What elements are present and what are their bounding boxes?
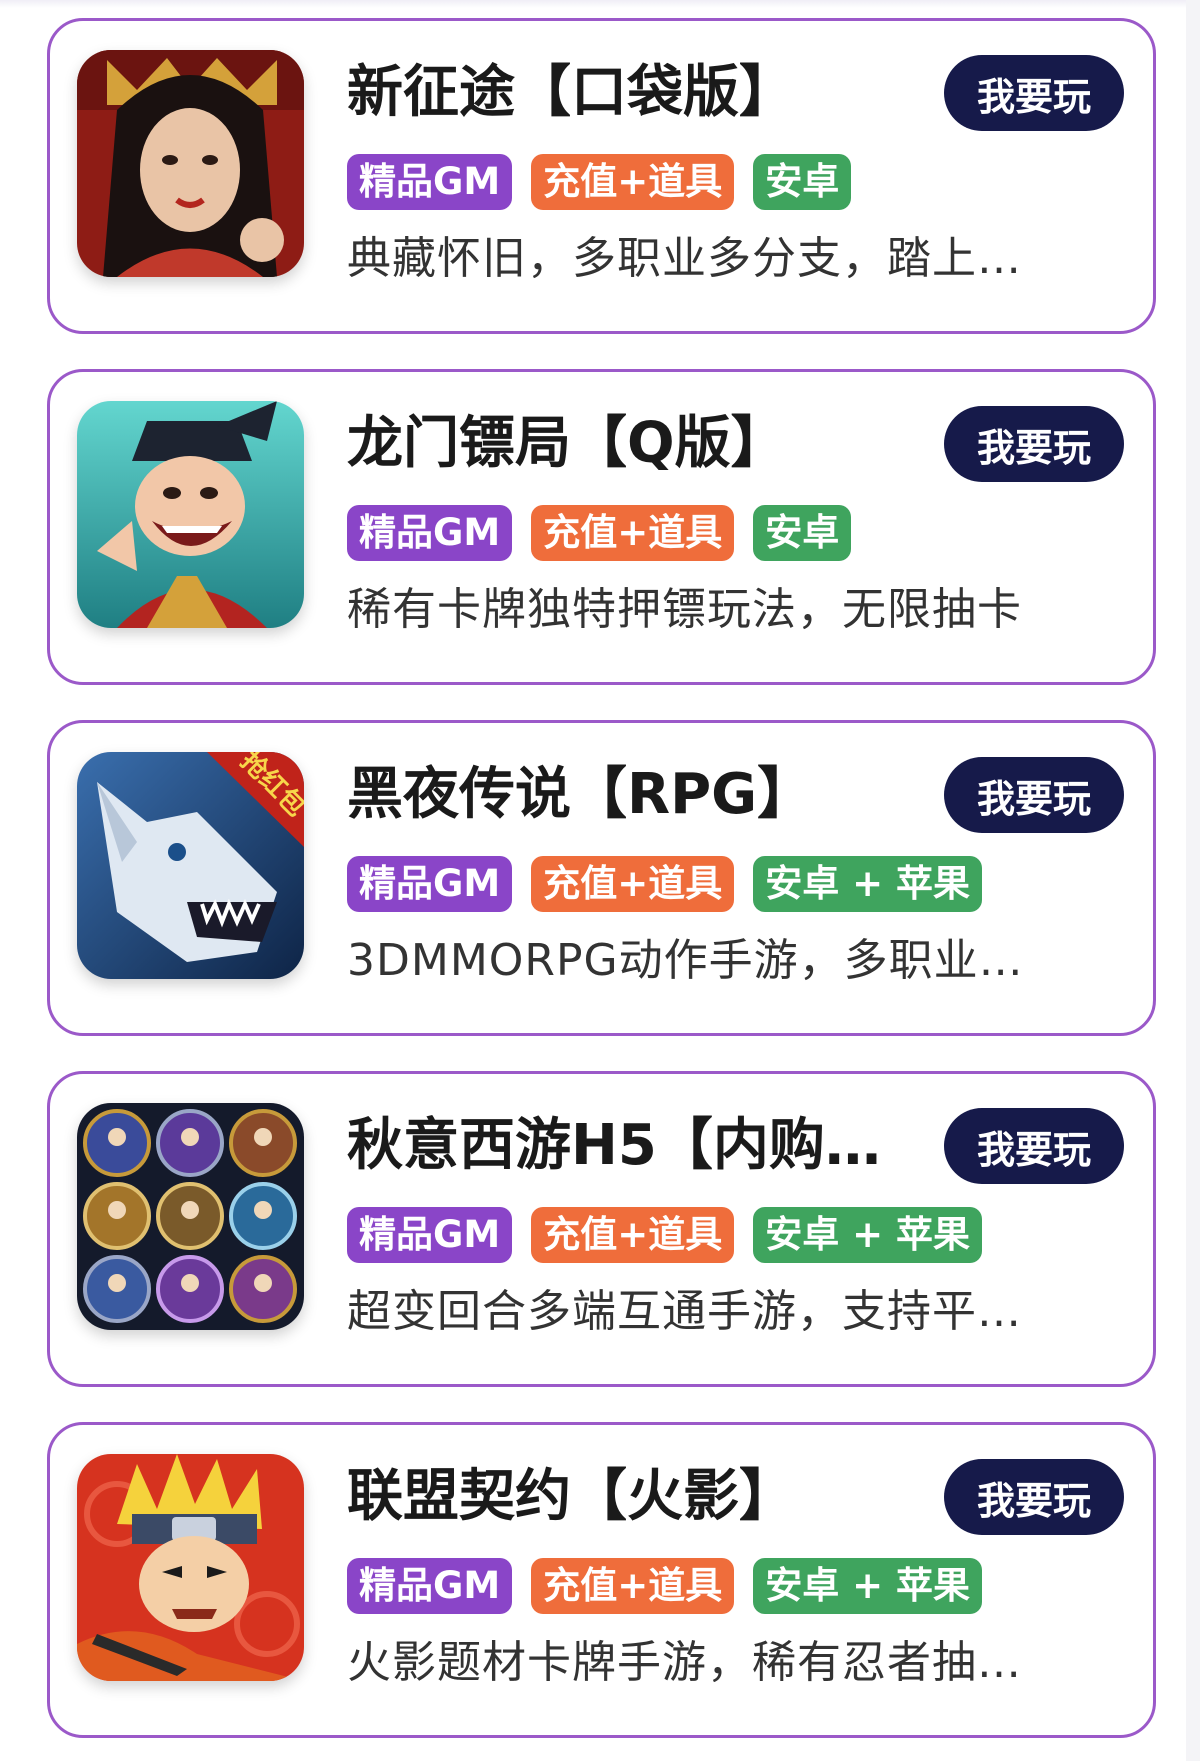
tag-row: 精品GM 充值+道具 安卓 + 苹果 — [347, 1207, 982, 1263]
game-title[interactable]: 黑夜传说【RPG】 — [347, 757, 907, 833]
game-card[interactable]: 抢红包 黑夜传说【RPG】 我要玩 精品GM 充值+道具 安卓 + 苹果 3DM… — [47, 720, 1156, 1036]
game-card[interactable]: 联盟契约【火影】 我要玩 精品GM 充值+道具 安卓 + 苹果 火影题材卡牌手游… — [47, 1422, 1156, 1738]
game-description: 稀有卡牌独特押镖玩法，无限抽卡 — [347, 584, 1022, 635]
tag-row: 精品GM 充值+道具 安卓 — [347, 154, 852, 210]
tag-platform: 安卓 — [753, 505, 852, 561]
tag-gm: 精品GM — [347, 1558, 513, 1614]
game-card[interactable]: 龙门镖局【Q版】 我要玩 精品GM 充值+道具 安卓 稀有卡牌独特押镖玩法，无限… — [47, 369, 1156, 685]
game-card[interactable]: 秋意西游H5【内购… 我要玩 精品GM 充值+道具 安卓 + 苹果 超变回合多端… — [47, 1071, 1156, 1387]
game-title[interactable]: 联盟契约【火影】 — [347, 1459, 907, 1535]
tag-recharge: 充值+道具 — [531, 505, 735, 561]
game-list: 新征途【口袋版】 我要玩 精品GM 充值+道具 安卓 典藏怀旧，多职业多分支，踏… — [0, 0, 1200, 1761]
play-button[interactable]: 我要玩 — [944, 55, 1124, 131]
game-title[interactable]: 龙门镖局【Q版】 — [347, 406, 907, 482]
tag-recharge: 充值+道具 — [531, 1558, 735, 1614]
laughing-official-icon[interactable] — [77, 401, 304, 628]
game-description: 3DMMORPG动作手游，多职业… — [347, 935, 1024, 986]
tag-recharge: 充值+道具 — [531, 1207, 735, 1263]
tag-gm: 精品GM — [347, 505, 513, 561]
tag-row: 精品GM 充值+道具 安卓 — [347, 505, 852, 561]
tag-gm: 精品GM — [347, 856, 513, 912]
play-button[interactable]: 我要玩 — [944, 757, 1124, 833]
tag-platform: 安卓 + 苹果 — [753, 1558, 982, 1614]
wolf-icon[interactable]: 抢红包 — [77, 752, 304, 979]
game-card[interactable]: 新征途【口袋版】 我要玩 精品GM 充值+道具 安卓 典藏怀旧，多职业多分支，踏… — [47, 18, 1156, 334]
tag-gm: 精品GM — [347, 154, 513, 210]
tag-recharge: 充值+道具 — [531, 856, 735, 912]
tag-gm: 精品GM — [347, 1207, 513, 1263]
game-title[interactable]: 新征途【口袋版】 — [347, 55, 907, 131]
play-button[interactable]: 我要玩 — [944, 1459, 1124, 1535]
game-description: 典藏怀旧，多职业多分支，踏上… — [347, 233, 1022, 284]
tag-platform: 安卓 + 苹果 — [753, 856, 982, 912]
ninja-icon[interactable] — [77, 1454, 304, 1681]
queen-portrait-icon[interactable] — [77, 50, 304, 277]
tag-row: 精品GM 充值+道具 安卓 + 苹果 — [347, 1558, 982, 1614]
tag-platform: 安卓 + 苹果 — [753, 1207, 982, 1263]
game-description: 火影题材卡牌手游，稀有忍者抽… — [347, 1637, 1022, 1688]
character-grid-icon[interactable] — [77, 1103, 304, 1330]
game-title[interactable]: 秋意西游H5【内购… — [347, 1108, 907, 1184]
tag-row: 精品GM 充值+道具 安卓 + 苹果 — [347, 856, 982, 912]
play-button[interactable]: 我要玩 — [944, 406, 1124, 482]
game-description: 超变回合多端互通手游，支持平… — [347, 1286, 1022, 1337]
play-button[interactable]: 我要玩 — [944, 1108, 1124, 1184]
tag-platform: 安卓 — [753, 154, 852, 210]
tag-recharge: 充值+道具 — [531, 154, 735, 210]
